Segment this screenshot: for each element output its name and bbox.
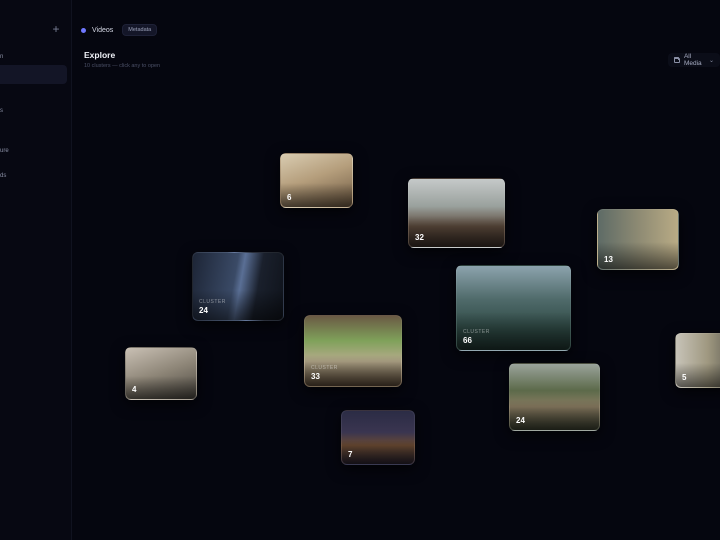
cluster-tag: CLUSTER bbox=[311, 365, 338, 371]
cluster-count: 33 bbox=[311, 372, 320, 381]
sidebar-active-highlight[interactable] bbox=[0, 65, 67, 84]
sidebar-item-1[interactable]: n bbox=[0, 54, 3, 60]
chevron-down-icon: ⌄ bbox=[708, 57, 714, 64]
cluster-card-rocks[interactable]: 24 bbox=[509, 363, 600, 431]
cluster-count: 24 bbox=[199, 306, 208, 315]
cluster-count: 7 bbox=[348, 450, 353, 459]
cluster-tag: CLUSTER bbox=[463, 329, 490, 335]
media-filter-label: All Media bbox=[683, 53, 702, 67]
cluster-card-forest[interactable]: CLUSTER 66 bbox=[456, 265, 571, 351]
topbar: Videos Metadata bbox=[78, 22, 158, 38]
cluster-card-lamp[interactable]: 7 bbox=[341, 410, 415, 465]
cluster-card-building[interactable]: 13 bbox=[597, 209, 679, 270]
cluster-card-bird[interactable]: 4 bbox=[125, 347, 197, 400]
cluster-count: 24 bbox=[516, 416, 525, 425]
cluster-card-window[interactable]: CLUSTER 33 bbox=[304, 315, 402, 387]
cluster-count: 4 bbox=[132, 385, 137, 394]
status-dot-icon bbox=[81, 27, 86, 33]
cluster-count: 13 bbox=[604, 255, 613, 264]
cluster-count: 5 bbox=[682, 373, 687, 382]
card-shade bbox=[126, 376, 196, 399]
section-label[interactable]: Videos bbox=[92, 27, 113, 34]
cluster-count: 32 bbox=[415, 233, 424, 242]
cluster-card-table[interactable]: 32 bbox=[408, 178, 505, 248]
sidebar-item-2[interactable]: s bbox=[0, 108, 3, 114]
card-shade bbox=[342, 440, 414, 464]
cluster-count: 66 bbox=[463, 336, 472, 345]
folder-icon bbox=[674, 56, 680, 63]
metadata-pill[interactable]: Metadata bbox=[122, 24, 158, 36]
card-shade bbox=[409, 216, 504, 247]
media-filter-dropdown[interactable]: All Media ⌄ bbox=[668, 53, 720, 67]
sidebar: n s ure ds bbox=[0, 0, 72, 540]
sidebar-item-3[interactable]: ure bbox=[0, 148, 9, 154]
page-subtitle: 10 clusters — click any to open bbox=[84, 63, 161, 69]
add-icon[interactable]: + bbox=[50, 23, 62, 35]
sidebar-item-4[interactable]: ds bbox=[0, 173, 6, 179]
cluster-card-edge[interactable]: 5 bbox=[675, 333, 720, 388]
cluster-card-skyscraper[interactable]: CLUSTER 24 bbox=[192, 252, 284, 321]
cluster-tag: CLUSTER bbox=[199, 299, 226, 305]
cluster-card-cat[interactable]: 6 bbox=[280, 153, 353, 208]
page-title: Explore bbox=[84, 50, 116, 60]
cluster-count: 6 bbox=[287, 193, 292, 202]
card-shade bbox=[281, 183, 352, 207]
